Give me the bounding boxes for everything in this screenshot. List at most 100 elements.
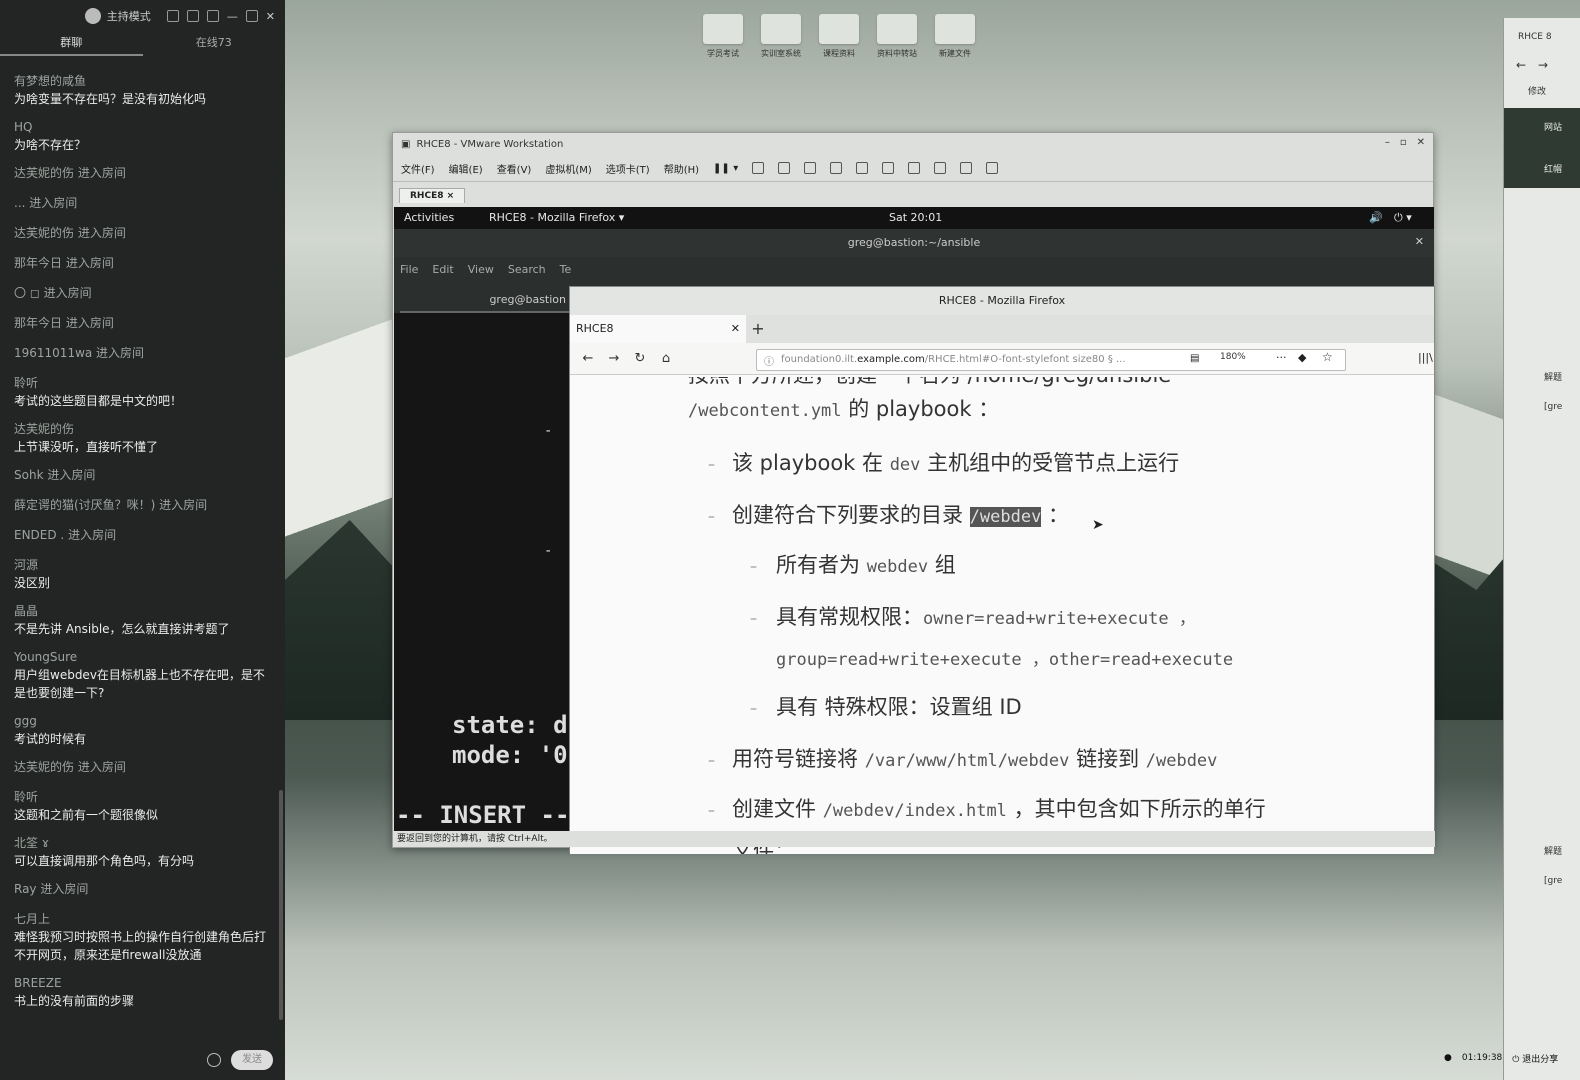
clock[interactable]: Sat 20:01 <box>889 211 942 224</box>
message-nickname[interactable]: 聆听 <box>14 788 271 806</box>
desktop-icon[interactable]: 课程资料 <box>816 14 862 59</box>
maximize-icon[interactable] <box>245 10 258 22</box>
chat-message-list[interactable]: 有梦想的咸鱼 为啥变量不存在吗？是没有初始化吗 HQ 为啥不存在？ 达芙妮的伤 进入房间… <box>0 72 285 1042</box>
pocket-icon[interactable]: ◆ <box>1298 351 1306 364</box>
volume-icon[interactable]: 🔊 <box>1369 211 1383 224</box>
power-icon[interactable]: ⏻ ▾ <box>1394 211 1412 225</box>
desktop-icon[interactable]: 学员考试 <box>700 14 746 59</box>
vmware-statusbar: 要返回到您的计算机，请按 Ctrl+Alt。 <box>393 831 1435 847</box>
pause-icon[interactable]: ❚❚ ▾ <box>713 163 738 174</box>
chat-message: 聆听 这题和之前有一个题很像似 <box>0 788 285 824</box>
message-nickname[interactable]: 晶晶 <box>14 602 271 620</box>
message-nickname[interactable]: HQ <box>14 118 271 136</box>
desktop-icon[interactable]: 资料中转站 <box>874 14 920 59</box>
term-menu-edit[interactable]: Edit <box>432 257 453 283</box>
menu-icon[interactable] <box>206 10 219 22</box>
close-icon[interactable]: ✕ <box>266 10 275 23</box>
reader-view-icon[interactable]: ▤ <box>1190 353 1199 364</box>
thumbnail-icon[interactable] <box>882 162 895 174</box>
host-mode-button[interactable]: 主持模式 <box>84 8 151 24</box>
menu-view[interactable]: 查看(V) <box>497 161 532 176</box>
activities-button[interactable]: Activities <box>404 211 454 224</box>
minimize-icon[interactable]: – <box>1385 137 1390 148</box>
term-menu-search[interactable]: Search <box>508 257 546 283</box>
tab-label[interactable]: 红帽 <box>1544 162 1562 175</box>
message-nickname[interactable]: YoungSure <box>14 648 271 666</box>
fullscreen-icon[interactable] <box>908 162 921 174</box>
message-nickname[interactable]: 达芙妮的伤 <box>14 420 271 438</box>
chat-header: 主持模式 — ✕ <box>0 0 285 32</box>
stretch-icon[interactable] <box>986 162 999 174</box>
settings-icon[interactable] <box>166 10 179 22</box>
snapshot-icon[interactable] <box>778 162 791 174</box>
popout-icon[interactable] <box>186 10 199 22</box>
console-icon[interactable] <box>960 162 973 174</box>
app-menu[interactable]: RHCE8 - Mozilla Firefox ▾ <box>489 211 624 224</box>
shortcut-icon <box>877 14 917 44</box>
chat-scrollbar[interactable] <box>279 790 283 1020</box>
terminal-tab[interactable]: greg@bastion <box>400 287 570 313</box>
vm-display[interactable]: Activities RHCE8 - Mozilla Firefox ▾ Sat… <box>394 207 1435 854</box>
snapshot-manager-icon[interactable] <box>830 162 843 174</box>
edit-label[interactable]: 修改 <box>1528 84 1546 97</box>
page-actions-icon[interactable]: ··· <box>1276 351 1287 364</box>
message-nickname[interactable]: BREEZE <box>14 974 271 992</box>
system-message: 达芙妮的伤 进入房间 <box>14 166 126 180</box>
revert-snapshot-icon[interactable] <box>804 162 817 174</box>
back-icon[interactable]: ← <box>580 351 596 366</box>
page-content[interactable]: 按照下方所述，创建一个名为 /home/greg/ansible /webcon… <box>570 377 1434 854</box>
home-icon[interactable]: ⌂ <box>658 351 674 366</box>
doc-bullet: 该 playbook 在 dev 主机组中的受管节点上运行 <box>732 451 1180 475</box>
tab-group-chat[interactable]: 群聊 <box>0 32 143 56</box>
doc-line: /webcontent.yml 的 playbook ： <box>688 397 1000 421</box>
desktop-icon[interactable]: 新建文件 <box>932 14 978 59</box>
back-icon[interactable]: ← <box>1516 58 1526 72</box>
desktop-icon[interactable]: 实训室系统 <box>758 14 804 59</box>
minimize-icon[interactable]: — <box>227 10 238 23</box>
emoji-icon[interactable] <box>207 1053 221 1067</box>
send-ctrl-alt-del-icon[interactable] <box>752 162 765 174</box>
menu-tabs[interactable]: 选项卡(T) <box>606 161 650 176</box>
terminal-title: greg@bastion:~/ansible <box>394 229 1434 257</box>
close-icon[interactable]: ✕ <box>1417 137 1425 148</box>
library-icon[interactable]: |||\ <box>1418 351 1433 364</box>
message-nickname[interactable]: 聆听 <box>14 374 271 392</box>
info-icon[interactable]: ⓘ <box>764 353 774 368</box>
unity-icon[interactable] <box>934 162 947 174</box>
menu-file[interactable]: 文件(F) <box>401 161 435 176</box>
term-menu-file[interactable]: File <box>400 257 418 283</box>
zoom-level[interactable]: 180% <box>1220 352 1246 362</box>
close-icon[interactable]: ✕ <box>1415 235 1424 248</box>
menu-vm[interactable]: 虚拟机(M) <box>545 161 591 176</box>
menu-help[interactable]: 帮助(H) <box>664 161 699 176</box>
message-nickname[interactable]: 七月上 <box>14 910 271 928</box>
menu-edit[interactable]: 编辑(E) <box>449 161 483 176</box>
term-menu-view[interactable]: View <box>468 257 494 283</box>
new-tab-icon[interactable]: + <box>746 315 770 343</box>
chat-tabs: 群聊 在线73 <box>0 32 285 56</box>
close-tab-icon[interactable]: ✕ <box>731 315 740 343</box>
doc-subbullet: 所有者为 webdev 组 <box>776 553 956 577</box>
exit-share-button[interactable]: ⏻ 退出分享 <box>1512 1052 1558 1065</box>
message-nickname[interactable]: 有梦想的咸鱼 <box>14 72 271 90</box>
maximize-icon[interactable]: ▫ <box>1400 137 1407 148</box>
tab-rhce8[interactable]: RHCE8 ✕ <box>570 315 746 343</box>
vim-mode-indicator: -- INSERT -- <box>396 801 570 829</box>
tab-rhce8[interactable]: RHCE8 × <box>399 188 466 203</box>
message-text: 上节课没听，直接听不懂了 <box>14 440 159 454</box>
tab-online[interactable]: 在线73 <box>143 32 286 56</box>
message-text: 用户组webdev在目标机器上也不存在吧，是不是也要创建一下? <box>14 668 265 700</box>
yaml-line: mode: '0 <box>452 741 568 769</box>
forward-icon[interactable]: → <box>1538 58 1548 72</box>
bookmark-star-icon[interactable]: ☆ <box>1322 350 1333 364</box>
message-nickname[interactable]: ggg <box>14 712 271 730</box>
url-bar[interactable]: foundation0.ilt.example.com/RHCE.html#O-… <box>756 349 1346 371</box>
message-nickname[interactable]: 北筌 ɤ <box>14 834 271 852</box>
send-button[interactable]: 发送 <box>231 1050 273 1070</box>
library-icon[interactable] <box>856 162 869 174</box>
term-menu-terminal[interactable]: Te <box>560 257 572 283</box>
forward-icon[interactable]: → <box>606 351 622 366</box>
message-nickname[interactable]: 河源 <box>14 556 271 574</box>
system-message: Sohk 进入房间 <box>14 468 96 482</box>
reload-icon[interactable]: ↻ <box>632 351 648 366</box>
